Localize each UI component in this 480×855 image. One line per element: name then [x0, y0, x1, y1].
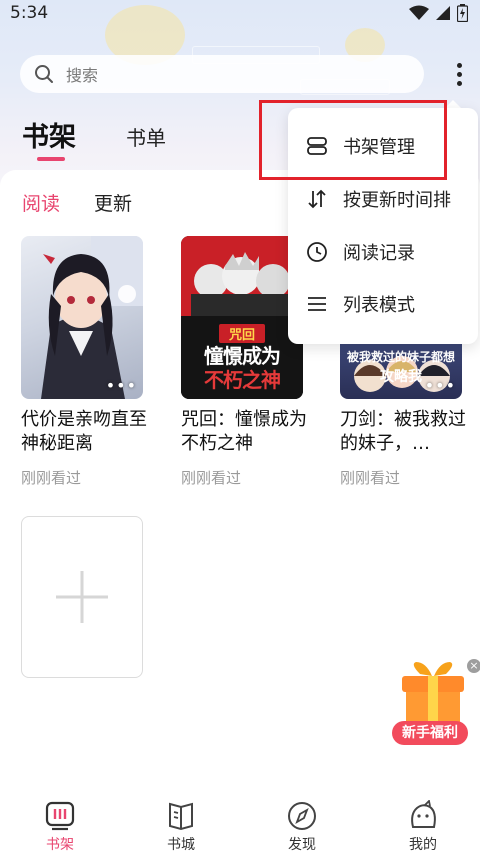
menu-item-label: 列表模式	[343, 295, 415, 316]
subtab-updates[interactable]: 更新	[94, 189, 132, 216]
clock-icon	[305, 240, 329, 264]
highlight-annotation	[259, 100, 447, 180]
nav-label: 书城	[167, 837, 195, 853]
cover-text: 不朽之神	[204, 368, 281, 392]
nav-item-profile[interactable]: 我的	[383, 795, 463, 855]
status-time: 5:34	[10, 3, 49, 23]
nav-item-discover[interactable]: 发现	[262, 795, 342, 855]
status-icons	[409, 4, 468, 22]
profile-icon	[406, 799, 440, 833]
search-icon	[35, 65, 53, 83]
more-dot	[456, 62, 462, 68]
signal-icon	[436, 6, 450, 20]
menu-item-label: 按更新时间排	[343, 190, 451, 211]
book-item[interactable]: ••• 代价是亲吻直至神秘距离 刚刚看过	[21, 236, 147, 488]
nav-item-bookshelf[interactable]: 书架	[20, 795, 100, 855]
nav-item-book-city[interactable]: 书城	[141, 795, 221, 855]
more-dot	[456, 71, 462, 77]
subtab-reading[interactable]: 阅读	[22, 189, 60, 216]
cover-illustration	[41, 236, 143, 399]
plus-icon	[56, 571, 108, 623]
nav-label: 我的	[409, 837, 437, 853]
more-dot	[456, 80, 462, 86]
book-title: 刀剑：被我救过的妹子，…	[340, 409, 466, 454]
book-cover[interactable]: •••	[21, 236, 143, 399]
more-options-button[interactable]	[447, 58, 471, 90]
book-status: 刚刚看过	[340, 469, 401, 487]
menu-item-list-mode[interactable]: 列表模式	[288, 278, 478, 330]
book-cover[interactable]: 咒回 憧憬成为 不朽之神	[181, 236, 303, 399]
tab-booklist[interactable]: 书单	[126, 122, 166, 151]
book-status: 刚刚看过	[181, 469, 242, 487]
bookshelf-icon	[43, 799, 77, 833]
cover-text: 被我救过的妹子都想	[346, 350, 455, 364]
tab-bookshelf[interactable]: 书架	[22, 115, 76, 154]
menu-item-sort-by-update[interactable]: 按更新时间排	[288, 173, 478, 225]
search-placeholder: 搜索	[66, 66, 99, 85]
dropdown-caret	[445, 100, 461, 108]
book-options-button[interactable]: •••	[106, 376, 137, 395]
menu-item-reading-history[interactable]: 阅读记录	[288, 226, 478, 278]
add-book-button[interactable]	[21, 516, 143, 678]
wifi-icon	[409, 5, 429, 20]
book-title: 代价是亲吻直至神秘距离	[21, 409, 147, 454]
nav-label: 书架	[46, 837, 74, 853]
status-bar: 5:34	[0, 0, 480, 28]
menu-item-label: 阅读记录	[343, 243, 415, 264]
list-icon	[305, 292, 329, 316]
book-city-icon	[164, 799, 198, 833]
book-status: 刚刚看过	[21, 469, 82, 487]
bottom-navigation: 书架 书城 发现 我的	[0, 795, 480, 855]
nav-label: 发现	[288, 837, 316, 853]
book-options-button[interactable]: •••	[425, 376, 456, 395]
sort-icon	[305, 187, 329, 211]
tab-active-indicator	[37, 157, 65, 161]
battery-icon	[457, 4, 468, 22]
search-input[interactable]: 搜索	[20, 55, 424, 93]
gift-label: 新手福利	[392, 721, 468, 745]
compass-icon	[285, 799, 319, 833]
book-title: 咒回：憧憬成为不朽之神	[181, 409, 307, 454]
close-gift-button[interactable]: ×	[467, 659, 480, 673]
book-item[interactable]: 咒回 憧憬成为 不朽之神 咒回：憧憬成为不朽之神 刚刚看过	[181, 236, 307, 488]
